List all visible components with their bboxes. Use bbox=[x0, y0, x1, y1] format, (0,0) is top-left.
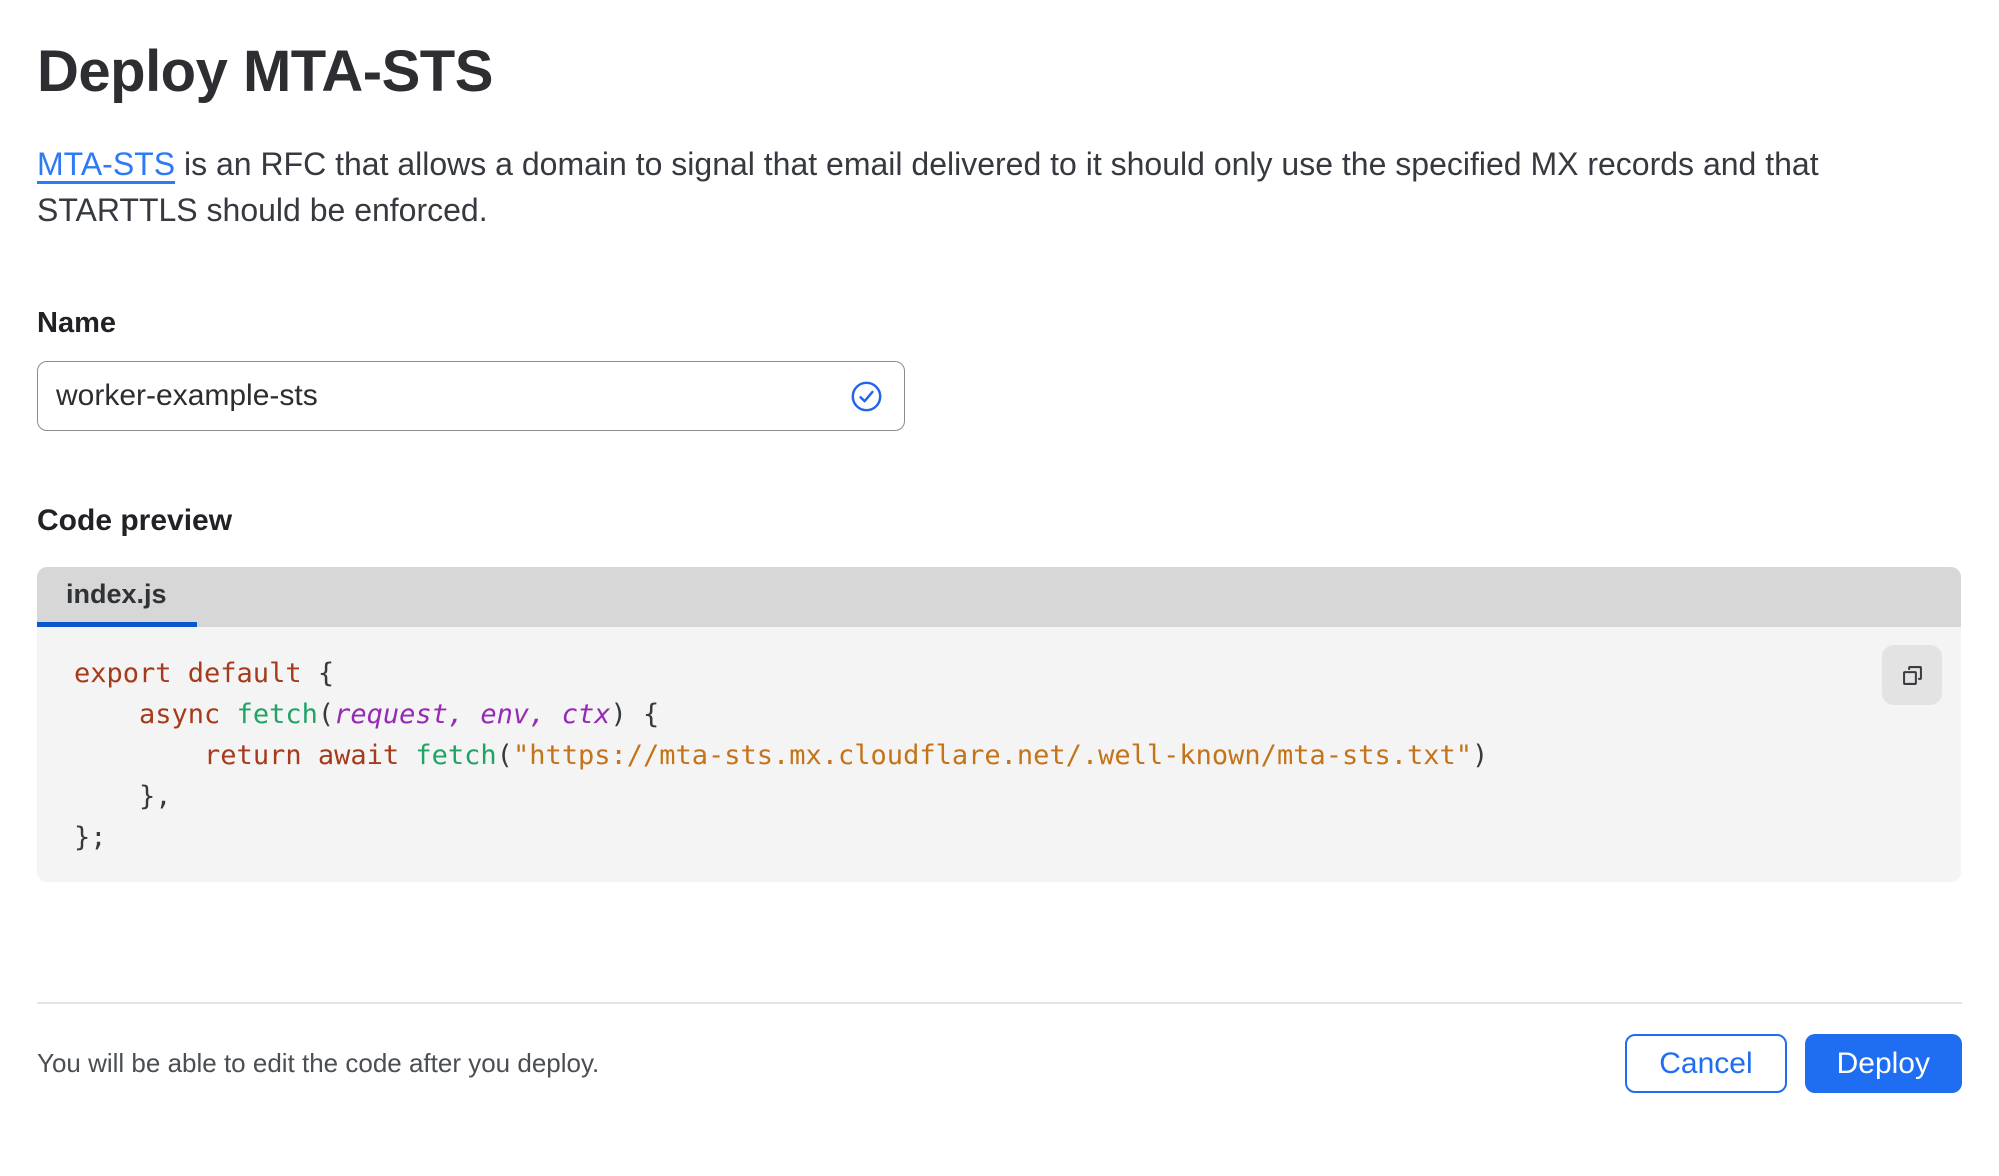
copy-icon bbox=[1899, 662, 1926, 689]
deploy-mta-sts-page: Deploy MTA-STS MTA-STS is an RFC that al… bbox=[0, 38, 1999, 1093]
footer-row: You will be able to edit the code after … bbox=[37, 1034, 1962, 1093]
deploy-note: You will be able to edit the code after … bbox=[37, 1048, 600, 1078]
code-preview-label: Code preview bbox=[37, 504, 233, 537]
name-input-wrapper bbox=[37, 361, 905, 431]
page-description: MTA-STS is an RFC that allows a domain t… bbox=[37, 141, 1957, 233]
name-input[interactable] bbox=[38, 362, 851, 430]
code-line: return await fetch("https://mta-sts.mx.c… bbox=[204, 740, 1489, 771]
tab-index-js[interactable]: index.js bbox=[37, 567, 197, 627]
code-area: export default { async fetch(request, en… bbox=[37, 627, 1961, 882]
code-tabs: index.js bbox=[37, 567, 1961, 627]
code-editor: export default { async fetch(request, en… bbox=[74, 653, 1861, 858]
footer-actions: Cancel Deploy bbox=[1625, 1034, 1962, 1093]
code-line: }; bbox=[74, 822, 107, 853]
code-line: }, bbox=[74, 781, 172, 812]
code-line: async fetch(request, env, ctx) { bbox=[139, 699, 660, 730]
name-label: Name bbox=[37, 307, 116, 339]
mta-sts-link[interactable]: MTA-STS bbox=[37, 146, 175, 182]
code-block: index.js export default { async fetch(re… bbox=[37, 567, 1961, 882]
page-description-text: is an RFC that allows a domain to signal… bbox=[37, 146, 1819, 228]
code-line: export default { bbox=[74, 658, 335, 689]
deploy-button[interactable]: Deploy bbox=[1804, 1034, 1962, 1093]
check-circle-icon bbox=[851, 381, 882, 412]
copy-button[interactable] bbox=[1882, 645, 1942, 705]
cancel-button[interactable]: Cancel bbox=[1625, 1034, 1787, 1093]
page-title: Deploy MTA-STS bbox=[37, 39, 493, 104]
footer-divider bbox=[37, 1002, 1962, 1004]
